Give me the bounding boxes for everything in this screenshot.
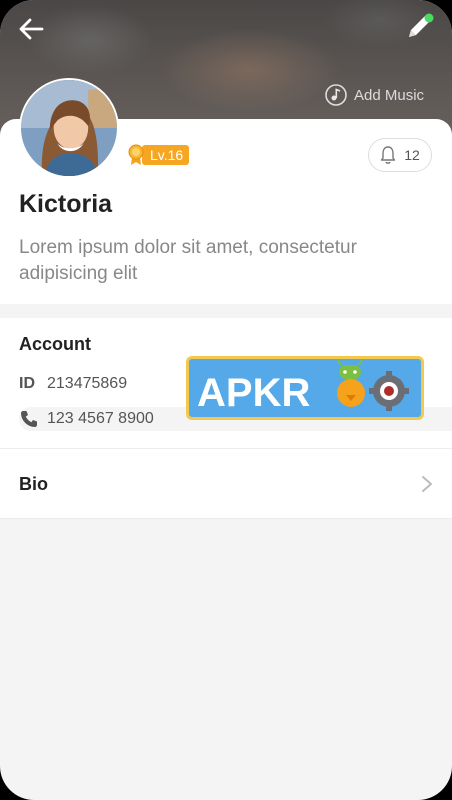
phone-icon <box>21 411 37 427</box>
profile-screen: Add Music Lv.16 12 Kictoria Lorem ipsum … <box>0 0 452 800</box>
account-id-row: ID 213475869 <box>19 372 127 396</box>
profile-bio: Lorem ipsum dolor sit amet, consectetur … <box>19 237 357 284</box>
likes-count: 12 <box>404 147 420 163</box>
bio-row-label: Bio <box>19 474 48 494</box>
add-music-button[interactable]: Add Music <box>324 82 424 108</box>
avatar-photo <box>21 80 117 176</box>
likes-counter[interactable]: 12 <box>368 138 432 172</box>
account-phone-value: 123 4567 8900 <box>47 410 154 427</box>
svg-text:APKR: APKR <box>197 371 310 415</box>
add-music-label: Add Music <box>354 86 425 104</box>
level-badge: Lv.16 <box>127 144 190 165</box>
account-id-value: 213475869 <box>47 375 128 392</box>
music-note-icon <box>325 84 347 106</box>
apkroo-watermark-logo: APKR <box>186 356 424 420</box>
id-icon: ID <box>19 375 35 392</box>
avatar[interactable] <box>19 78 119 178</box>
profile-name: Kictoria <box>19 190 113 218</box>
pencil-icon[interactable] <box>402 10 436 44</box>
bio-row[interactable]: Bio <box>0 449 452 519</box>
medal-icon <box>128 144 144 165</box>
arrow-left-icon[interactable] <box>16 14 46 44</box>
chevron-right-icon <box>422 476 432 492</box>
account-title: Account <box>19 334 91 354</box>
apkroo-logo-graphic: APKR <box>197 359 409 415</box>
level-label: Lv.16 <box>142 145 190 165</box>
bell-icon <box>381 146 396 164</box>
